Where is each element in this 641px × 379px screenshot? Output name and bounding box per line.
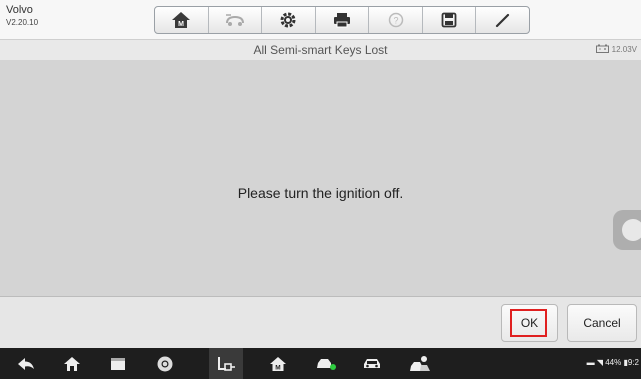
home-button[interactable]: M bbox=[155, 7, 209, 33]
app-name: Volvo bbox=[6, 4, 33, 16]
page-title: All Semi-smart Keys Lost bbox=[253, 43, 388, 57]
back-icon[interactable] bbox=[12, 348, 40, 379]
wifi-icon: ◥ bbox=[596, 358, 603, 367]
toolbar: M ? bbox=[154, 6, 530, 34]
gear-icon bbox=[279, 11, 297, 29]
print-button[interactable] bbox=[316, 7, 370, 33]
battery-percent: 44% bbox=[605, 358, 622, 367]
vehicle-swap-icon bbox=[224, 12, 246, 28]
clock: 9:2 bbox=[627, 358, 639, 367]
help-icon: ? bbox=[388, 12, 404, 28]
edit-button[interactable] bbox=[476, 7, 529, 33]
vci-icon[interactable] bbox=[209, 348, 243, 379]
settings-button[interactable] bbox=[262, 7, 316, 33]
printer-icon bbox=[332, 12, 352, 28]
cancel-button[interactable]: Cancel bbox=[567, 304, 637, 342]
battery-voltage: 12.03V bbox=[611, 45, 637, 54]
pen-icon bbox=[494, 11, 512, 29]
home-icon[interactable] bbox=[58, 348, 86, 379]
system-nav-bar: M ▬ ◥ 44% ▮9:2 bbox=[0, 348, 641, 379]
brand: Volvo V2.20.10 bbox=[6, 5, 38, 27]
chrome-icon[interactable] bbox=[151, 348, 179, 379]
svg-text:?: ? bbox=[393, 16, 398, 26]
car-connect-icon[interactable] bbox=[312, 348, 340, 379]
battery-voltage-indicator: 12.03V bbox=[595, 44, 637, 55]
save-button[interactable] bbox=[423, 7, 477, 33]
mechanic-icon[interactable] bbox=[406, 348, 434, 379]
action-bar: OK Cancel bbox=[0, 296, 641, 349]
message-panel: Please turn the ignition off. bbox=[0, 60, 641, 296]
chat-icon: ▬ bbox=[586, 358, 595, 367]
svg-text:M: M bbox=[275, 364, 280, 371]
app-version: V2.20.10 bbox=[6, 18, 39, 27]
system-status: ▬ ◥ 44% ▮9:2 bbox=[587, 358, 639, 367]
title-bar: All Semi-smart Keys Lost 12.03V bbox=[0, 39, 641, 61]
top-bar: Volvo V2.20.10 M ? bbox=[0, 0, 641, 39]
instruction-message: Please turn the ignition off. bbox=[237, 185, 404, 201]
car-icon[interactable] bbox=[358, 348, 386, 379]
save-icon bbox=[441, 12, 457, 28]
ok-button[interactable]: OK bbox=[501, 304, 558, 342]
car-battery-icon bbox=[595, 44, 609, 55]
vehicle-swap-button[interactable] bbox=[209, 7, 263, 33]
svg-text:M: M bbox=[178, 21, 184, 28]
recent-apps-icon[interactable] bbox=[104, 348, 132, 379]
home-m-icon[interactable]: M bbox=[264, 348, 292, 379]
floating-assistive-button[interactable] bbox=[613, 210, 641, 250]
home-m-icon: M bbox=[171, 11, 191, 29]
help-button[interactable]: ? bbox=[369, 7, 423, 33]
